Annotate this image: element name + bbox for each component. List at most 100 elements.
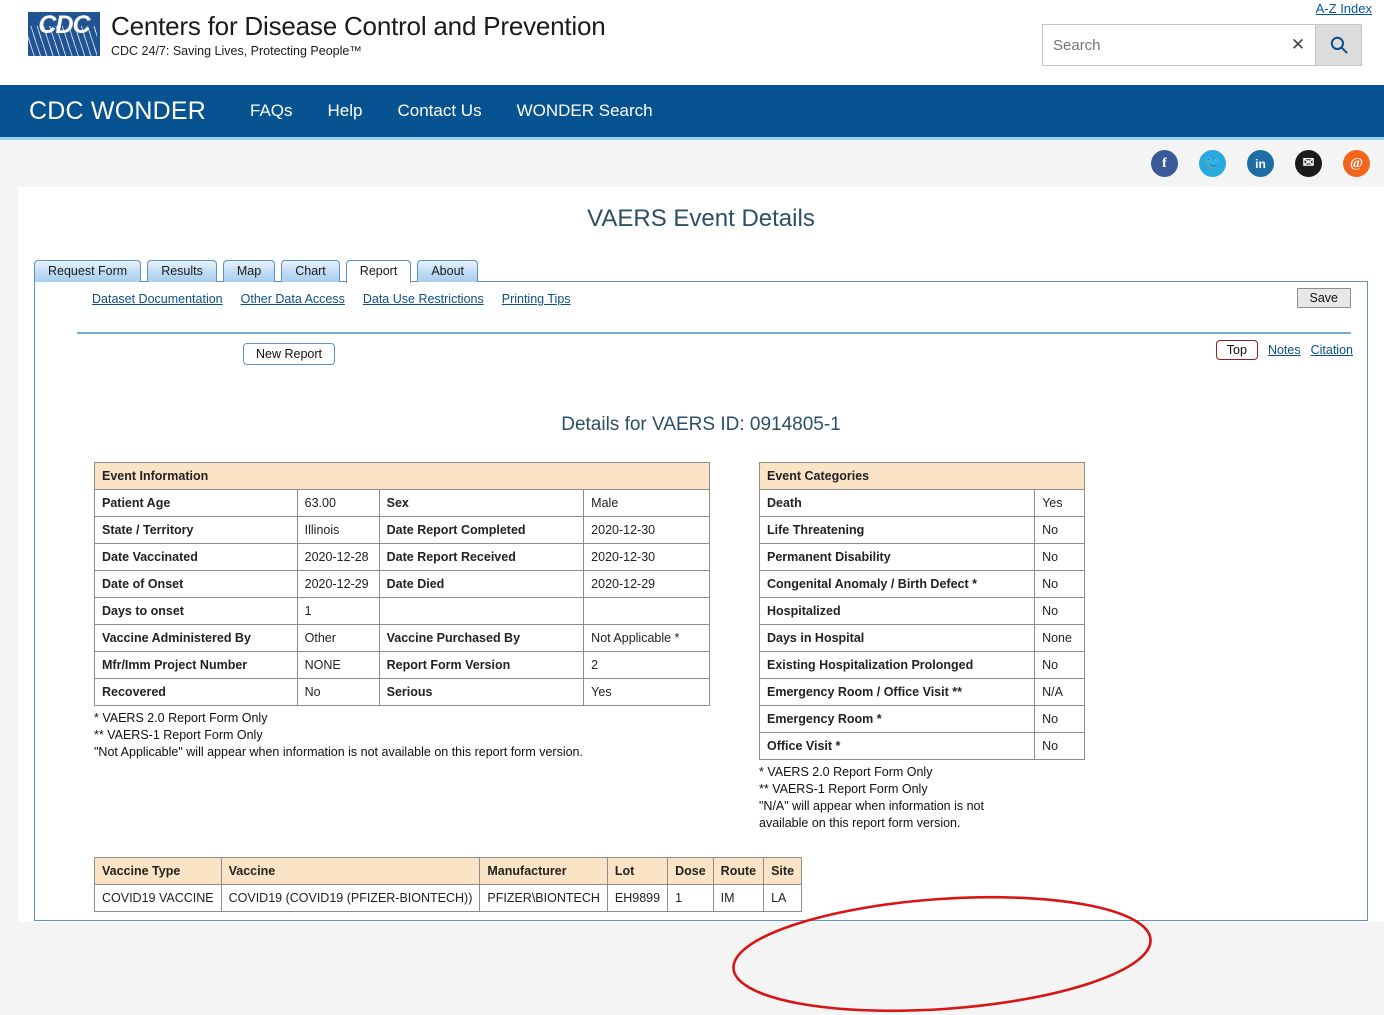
row-value-date-report-received: 2020-12-30 — [583, 543, 710, 571]
row-value-serious: Yes — [583, 678, 710, 706]
column-header-vaccine-type: Vaccine Type — [94, 857, 222, 885]
row-value-days-to-onset: 1 — [296, 597, 380, 625]
row-value-state-territory: Illinois — [296, 516, 380, 544]
az-index-link[interactable]: A-Z Index — [1316, 1, 1372, 16]
row-label-mfr-imm-project-number: Mfr/Imm Project Number — [94, 651, 298, 679]
tab-chart[interactable]: Chart — [281, 260, 340, 282]
row-value-life-threatening: No — [1034, 516, 1085, 544]
row-value-mfr-imm-project-number: NONE — [296, 651, 380, 679]
row-label-date-report-received: Date Report Received — [378, 543, 585, 571]
link-dataset-documentation[interactable]: Dataset Documentation — [92, 292, 223, 306]
event-information-table: Event Information Patient Age 63.00 Sex … — [94, 462, 710, 706]
row-value-emergency-room-office-visit: N/A — [1034, 678, 1085, 706]
row-value-sex: Male — [583, 489, 710, 517]
column-header-dose: Dose — [667, 857, 714, 885]
tab-request-form[interactable]: Request Form — [34, 260, 142, 282]
row-value-office-visit: No — [1034, 732, 1085, 760]
search-input[interactable] — [1043, 25, 1281, 65]
tab-bar: Request Form Results Map Chart Report Ab… — [34, 259, 1384, 283]
table-row: Permanent Disability No — [758, 543, 1085, 571]
row-value-date-died: 2020-12-29 — [583, 570, 710, 598]
twitter-icon[interactable]: 🐦 — [1199, 150, 1226, 177]
new-report-button[interactable]: New Report — [243, 343, 335, 365]
row-label-life-threatening: Life Threatening — [758, 516, 1036, 544]
top-button[interactable]: Top — [1215, 340, 1258, 360]
clear-icon[interactable]: ✕ — [1281, 25, 1315, 65]
row-label-existing-hospitalization-prolonged: Existing Hospitalization Prolonged — [758, 651, 1036, 679]
link-other-data-access[interactable]: Other Data Access — [241, 292, 345, 306]
facebook-icon[interactable]: f — [1151, 150, 1178, 177]
row-value-permanent-disability: No — [1034, 543, 1085, 571]
syndicate-icon[interactable]: @ — [1343, 150, 1370, 177]
link-printing-tips[interactable]: Printing Tips — [502, 292, 571, 306]
linkedin-icon[interactable]: in — [1247, 150, 1274, 177]
site-search[interactable]: ✕ — [1042, 24, 1362, 66]
table-row: Date Vaccinated 2020-12-28 Date Report R… — [94, 543, 710, 571]
nav-link-faqs[interactable]: FAQs — [250, 101, 293, 121]
row-label-vaccine-administered-by: Vaccine Administered By — [94, 624, 298, 652]
vaccine-table: Vaccine Type Vaccine Manufacturer Lot Do… — [94, 857, 803, 912]
tab-report[interactable]: Report — [345, 260, 412, 283]
row-value-existing-hospitalization-prolonged: No — [1034, 651, 1085, 679]
cdc-logo-text: CDC — [38, 12, 90, 39]
email-icon[interactable]: ✉ — [1295, 150, 1322, 177]
tab-about[interactable]: About — [417, 260, 478, 282]
event-categories-section: Event Categories Death Yes Life Threaten… — [758, 462, 1085, 832]
row-label-emergency-room: Emergency Room * — [758, 705, 1036, 733]
link-notes[interactable]: Notes — [1268, 343, 1301, 357]
column-header-vaccine: Vaccine — [220, 857, 481, 885]
vaccine-section: Vaccine Type Vaccine Manufacturer Lot Do… — [94, 857, 803, 912]
table-row: Days to onset 1 — [94, 597, 710, 625]
cell-lot: EH9899 — [606, 884, 669, 912]
event-information-footnote: * VAERS 2.0 Report Form Only ** VAERS-1 … — [94, 711, 583, 759]
report-tab-panel: Dataset Documentation Other Data Access … — [34, 281, 1368, 1013]
cell-dose: 1 — [667, 884, 714, 912]
table-row: Patient Age 63.00 Sex Male — [94, 489, 710, 517]
row-value-emergency-room: No — [1034, 705, 1085, 733]
search-icon[interactable] — [1315, 25, 1361, 65]
row-label-sex: Sex — [378, 489, 585, 517]
link-data-use-restrictions[interactable]: Data Use Restrictions — [363, 292, 484, 306]
cell-manufacturer: PFIZER\BIONTECH — [479, 884, 608, 912]
event-categories-footnote: * VAERS 2.0 Report Form Only ** VAERS-1 … — [759, 765, 984, 830]
row-label-date-of-onset: Date of Onset — [94, 570, 298, 598]
nav-link-contact-us[interactable]: Contact Us — [397, 101, 481, 121]
row-value-days-in-hospital: None — [1034, 624, 1085, 652]
event-categories-table: Event Categories Death Yes Life Threaten… — [758, 462, 1085, 760]
row-label-permanent-disability: Permanent Disability — [758, 543, 1036, 571]
utility-row: New Report Top Notes Citation — [35, 334, 1367, 368]
column-header-route: Route — [712, 857, 765, 885]
save-button[interactable]: Save — [1296, 288, 1351, 308]
document-links-row: Dataset Documentation Other Data Access … — [35, 282, 1367, 315]
row-label-congenital-anomaly-birth-defect: Congenital Anomaly / Birth Defect * — [758, 570, 1036, 598]
table-row: Vaccine Administered By Other Vaccine Pu… — [94, 624, 710, 652]
row-label-date-vaccinated: Date Vaccinated — [94, 543, 298, 571]
table-row: Office Visit * No — [758, 732, 1085, 760]
column-header-manufacturer: Manufacturer — [479, 857, 608, 885]
link-citation[interactable]: Citation — [1311, 343, 1353, 357]
row-label-days-in-hospital: Days in Hospital — [758, 624, 1036, 652]
tab-results[interactable]: Results — [147, 260, 217, 282]
table-row: Days in Hospital None — [758, 624, 1085, 652]
nav-link-wonder-search[interactable]: WONDER Search — [517, 101, 653, 121]
event-information-header: Event Information — [94, 462, 710, 490]
cell-vaccine: COVID19 (COVID19 (PFIZER-BIONTECH)) — [220, 884, 481, 912]
row-label-date-report-completed: Date Report Completed — [378, 516, 585, 544]
row-value-date-report-completed: 2020-12-30 — [583, 516, 710, 544]
table-row: Life Threatening No — [758, 516, 1085, 544]
row-value-vaccine-administered-by: Other — [296, 624, 380, 652]
table-row: COVID19 VACCINE COVID19 (COVID19 (PFIZER… — [94, 884, 803, 912]
row-label-state-territory: State / Territory — [94, 516, 298, 544]
nav-brand[interactable]: CDC WONDER — [29, 97, 206, 126]
site-header: A-Z Index CDC Centers for Disease Contro… — [0, 0, 1384, 85]
row-value-date-of-onset: 2020-12-29 — [296, 570, 380, 598]
row-value-report-form-version: 2 — [583, 651, 710, 679]
row-value-recovered: No — [296, 678, 380, 706]
nav-link-help[interactable]: Help — [328, 101, 363, 121]
row-label-hospitalized: Hospitalized — [758, 597, 1036, 625]
tab-map[interactable]: Map — [222, 260, 276, 282]
document-links: Dataset Documentation Other Data Access … — [92, 292, 571, 306]
utility-links: Top Notes Citation — [1215, 340, 1353, 360]
table-header-row: Event Categories — [759, 462, 1085, 490]
cdc-logo-block[interactable]: CDC Centers for Disease Control and Prev… — [28, 12, 606, 59]
